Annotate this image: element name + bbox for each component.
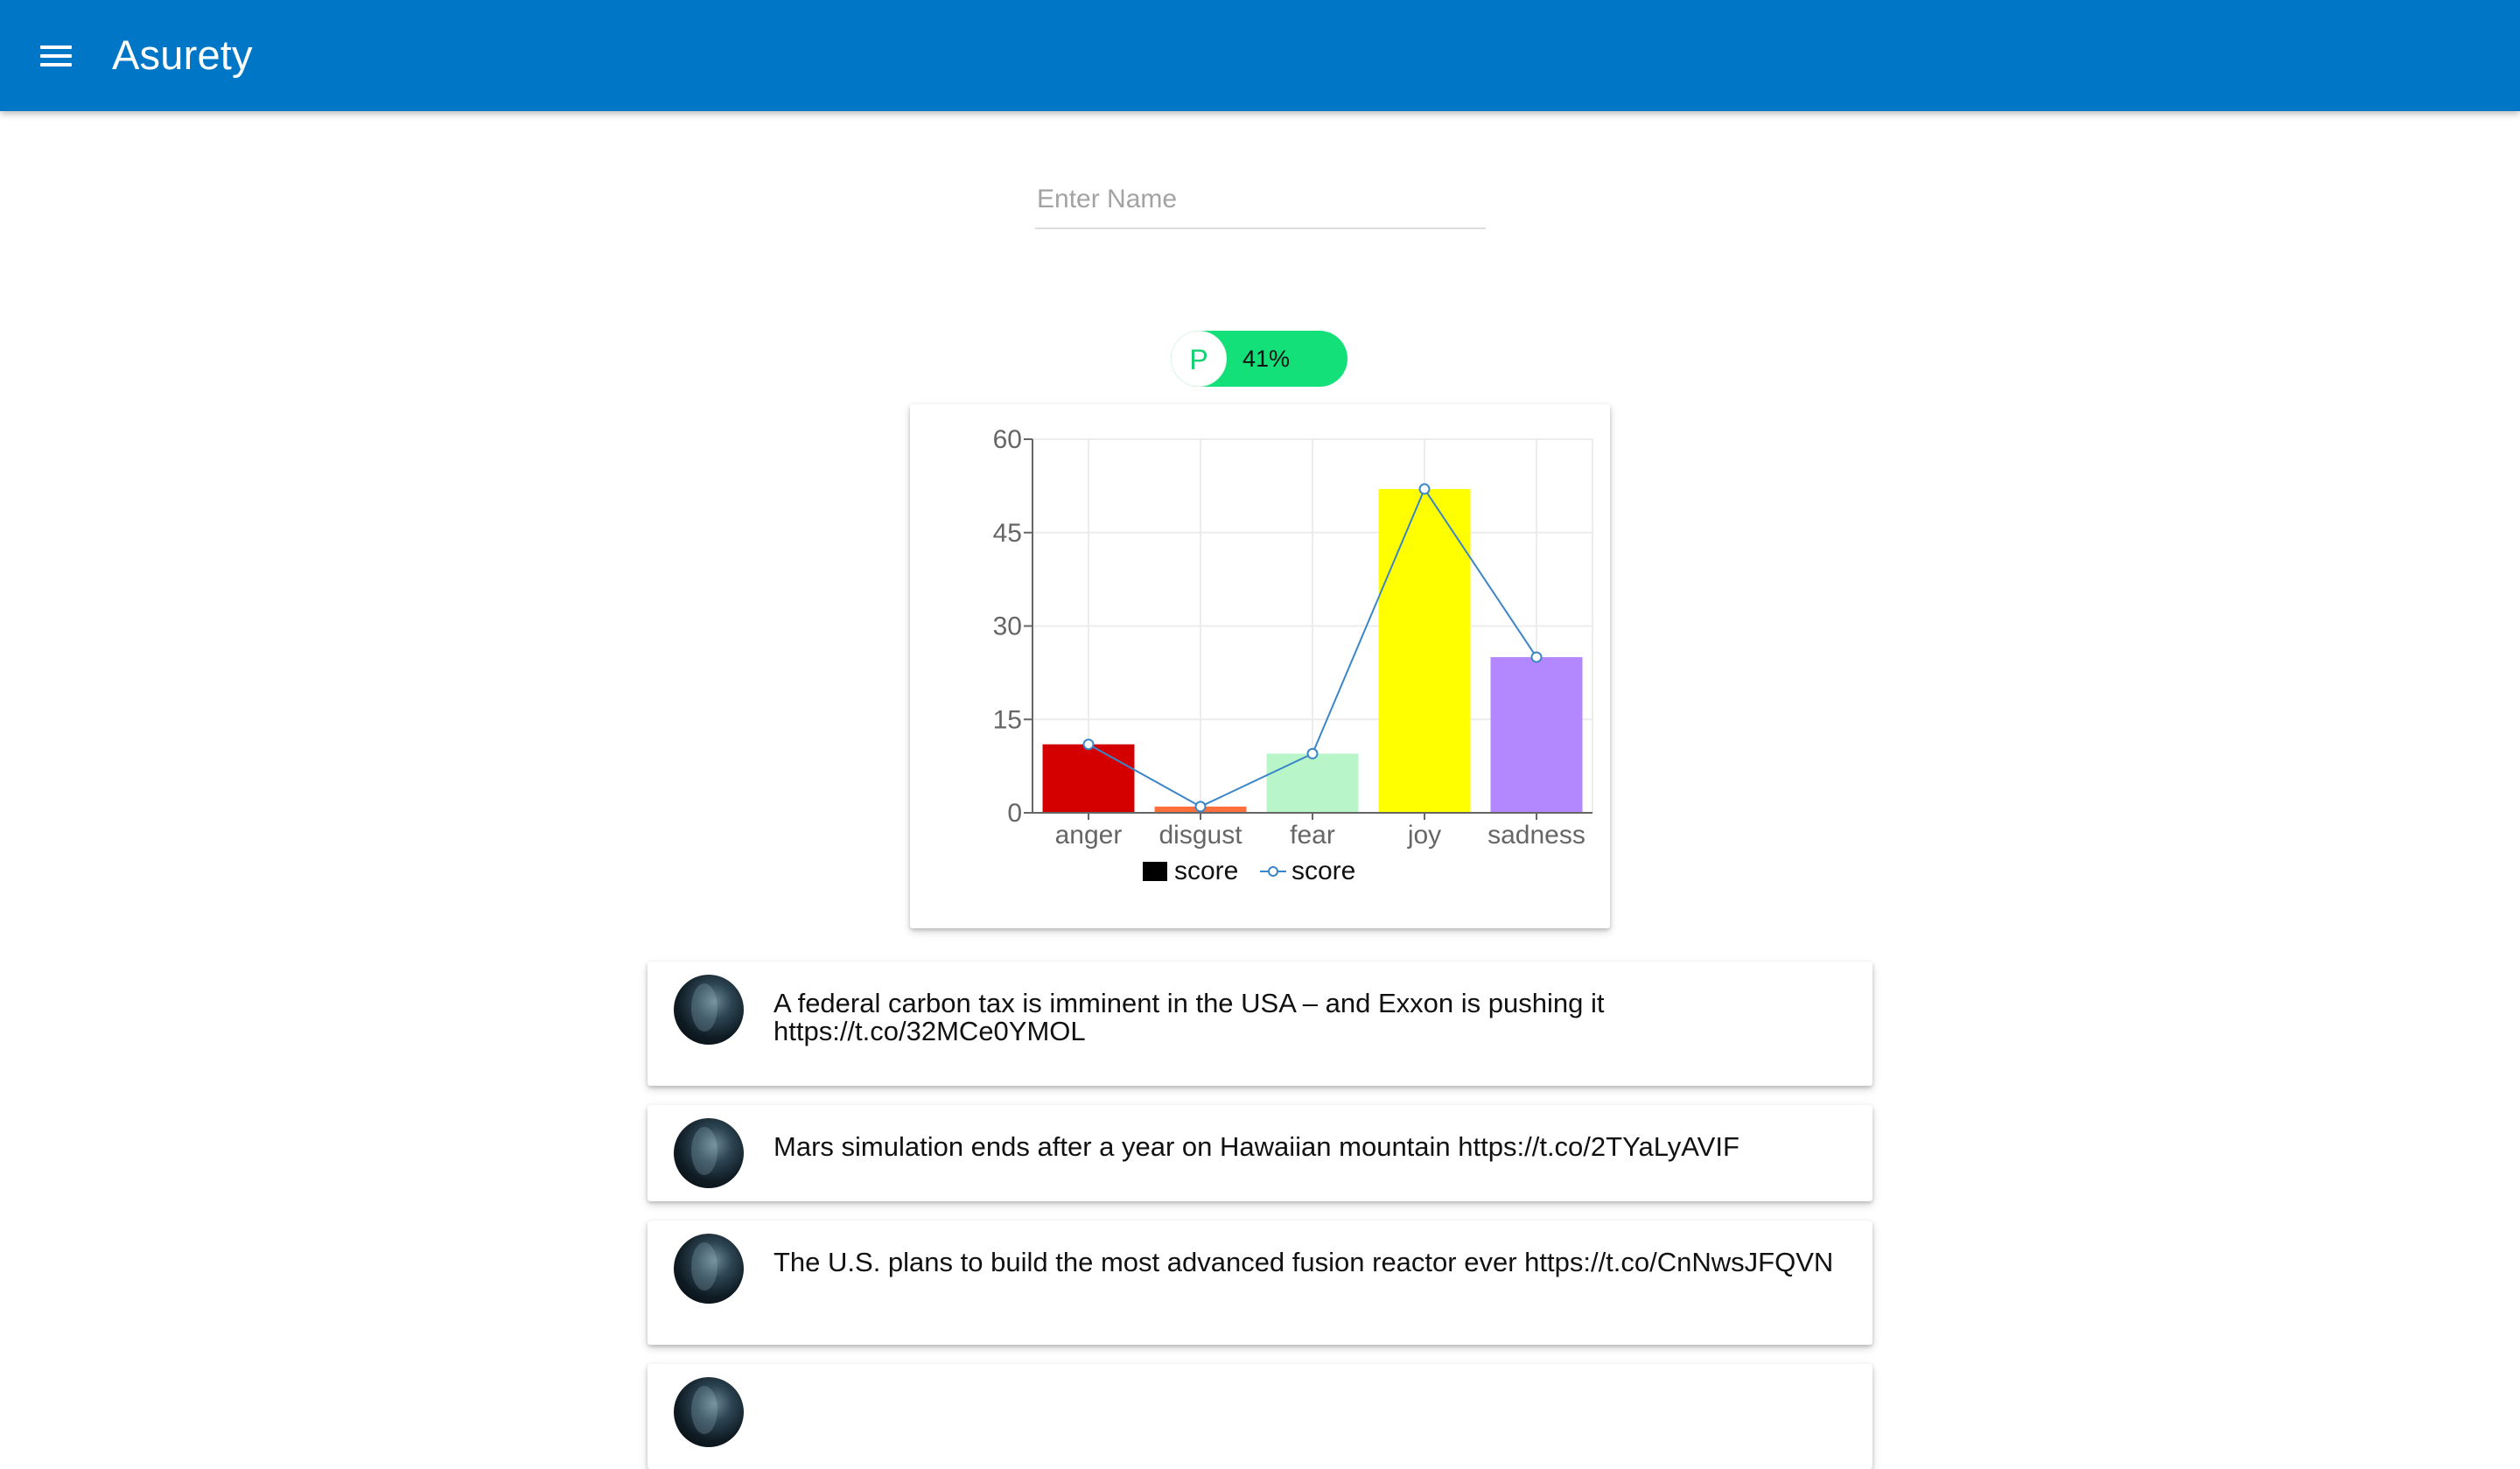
chip-avatar: P [1171, 331, 1227, 387]
app-bar: Asurety [0, 0, 2520, 111]
legend-label: score [1174, 857, 1238, 885]
tweet-avatar [674, 1118, 744, 1188]
tweet-text: A federal carbon tax is imminent in the … [774, 988, 1605, 1046]
y-tick-label: 15 [993, 705, 1022, 734]
x-tick-label: disgust [1158, 821, 1242, 850]
chip-label: 41% [1242, 346, 1291, 372]
tweet-card[interactable]: Mars simulation ends after a year on Haw… [648, 1105, 1872, 1201]
legend-swatch-point [1268, 866, 1278, 877]
x-tick-label: sadness [1488, 821, 1586, 850]
y-tick-label: 0 [1007, 799, 1022, 828]
legend-swatch-bar [1143, 862, 1167, 881]
tweet-card[interactable] [648, 1364, 1872, 1469]
tweet-card[interactable]: The U.S. plans to build the most advance… [648, 1221, 1872, 1345]
line-point-anger [1082, 738, 1095, 751]
tweet-avatar [674, 1377, 744, 1447]
line-point-joy [1418, 483, 1431, 495]
hamburger-menu-icon[interactable] [35, 38, 77, 73]
bar-anger [1042, 744, 1135, 813]
bar-sadness [1490, 657, 1583, 813]
line-point-sadness [1530, 651, 1543, 663]
legend-label: score [1292, 857, 1355, 885]
x-tick-label: fear [1290, 821, 1335, 850]
tweet-card[interactable]: A federal carbon tax is imminent in the … [648, 962, 1872, 1086]
name-input[interactable] [1035, 175, 1486, 229]
x-tick-label: anger [1055, 821, 1123, 850]
y-tick-label: 60 [993, 425, 1022, 454]
line-point-disgust [1194, 801, 1207, 813]
y-tick-label: 45 [993, 519, 1022, 548]
tweet-text: Mars simulation ends after a year on Haw… [774, 1131, 1740, 1162]
app-title: Asurety [112, 31, 253, 78]
tweet-avatar [674, 975, 744, 1045]
x-tick-label: joy [1407, 821, 1441, 850]
emotion-chart-card: 0 15 30 45 60 anger disgust fear joy sadness score… [910, 404, 1610, 928]
y-tick-label: 30 [993, 612, 1022, 641]
tweet-avatar [674, 1234, 744, 1304]
emotion-chart: 0 15 30 45 60 anger disgust fear joy sadness score… [993, 425, 1593, 885]
bar-fear [1266, 753, 1359, 813]
personality-chip[interactable]: P 41% [1171, 331, 1348, 387]
tweet-text: The U.S. plans to build the most advance… [774, 1247, 1834, 1277]
line-point-fear [1306, 747, 1319, 759]
